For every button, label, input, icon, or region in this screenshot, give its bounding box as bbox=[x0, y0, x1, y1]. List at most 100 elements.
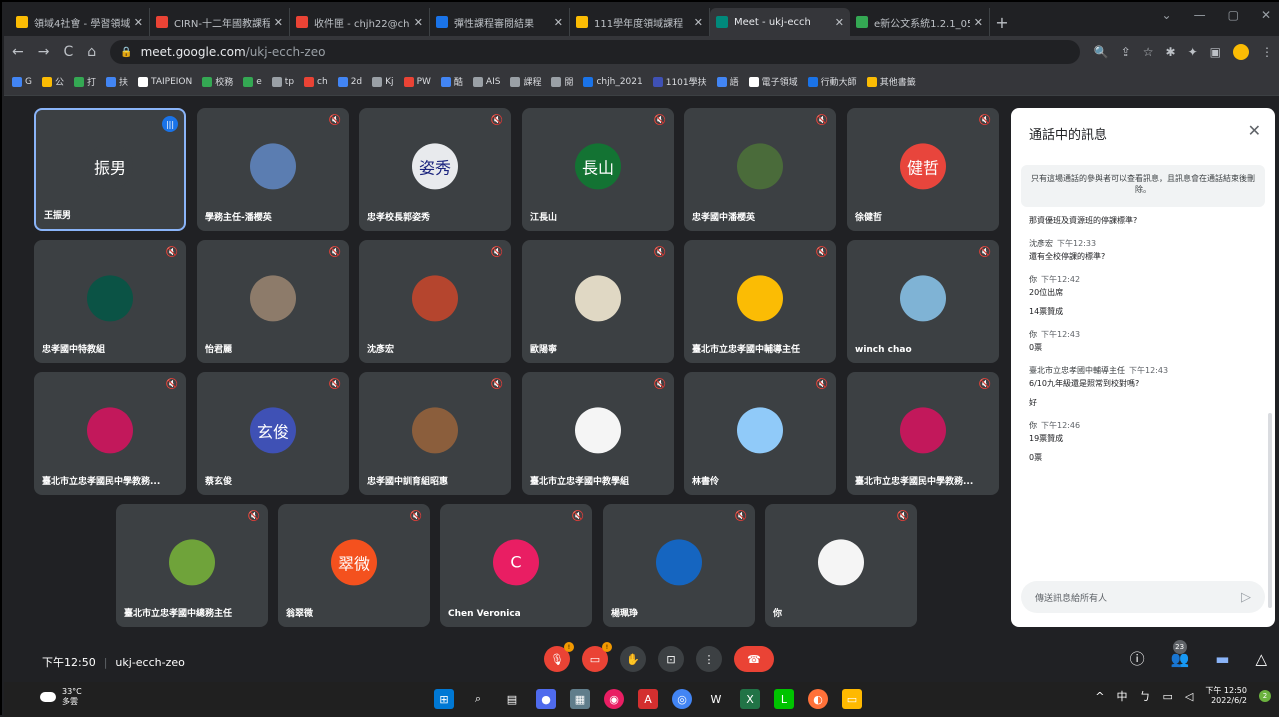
reload-icon[interactable]: C bbox=[63, 44, 73, 60]
participant-tile[interactable]: 臺北市立忠孝國中教學組 🔇 bbox=[522, 372, 674, 495]
task-view-icon[interactable]: ▤ bbox=[502, 689, 522, 709]
participant-tile[interactable]: 臺北市立忠孝國中總務主任 🔇 bbox=[116, 504, 268, 627]
volume-icon[interactable]: ◁ bbox=[1185, 690, 1193, 703]
bookmark-item[interactable]: 打 bbox=[74, 75, 96, 88]
app-icon[interactable]: ◉ bbox=[604, 689, 624, 709]
participant-tile[interactable]: 翠微 翁翠微 🔇 bbox=[278, 504, 430, 627]
tab-close-icon[interactable]: ✕ bbox=[974, 16, 983, 29]
participant-tile[interactable]: winch chao 🔇 bbox=[847, 240, 999, 363]
browser-tab[interactable]: 111學年度領域課程 ✕ bbox=[570, 8, 710, 36]
ime-indicator[interactable]: 中 bbox=[1117, 688, 1128, 704]
close-window-button[interactable]: ✕ bbox=[1261, 8, 1271, 22]
excel-icon[interactable]: X bbox=[740, 689, 760, 709]
bookmark-item[interactable]: 課程 bbox=[510, 75, 541, 88]
participant-tile[interactable]: 姿秀 忠孝校長郭姿秀 🔇 bbox=[359, 108, 511, 231]
bookmark-item[interactable]: tp bbox=[271, 76, 294, 87]
bookmark-item[interactable]: 其他書籤 bbox=[866, 75, 916, 88]
acrobat-icon[interactable]: A bbox=[638, 689, 658, 709]
profile-avatar[interactable] bbox=[1233, 44, 1249, 60]
activities-icon[interactable]: △ bbox=[1255, 650, 1267, 668]
send-icon[interactable]: ▷ bbox=[1241, 590, 1251, 605]
chat-icon[interactable]: ▬ bbox=[1215, 650, 1229, 668]
bookmark-item[interactable]: Kj bbox=[372, 76, 394, 87]
bookmark-item[interactable]: TAIPEION bbox=[138, 76, 192, 87]
participant-tile[interactable]: 健哲 徐健哲 🔇 bbox=[847, 108, 999, 231]
lock-icon[interactable]: 🔒 bbox=[120, 47, 132, 58]
participant-tile[interactable]: C Chen Veronica 🔇 bbox=[440, 504, 592, 627]
close-chat-icon[interactable]: ✕ bbox=[1248, 121, 1261, 140]
tab-close-icon[interactable]: ✕ bbox=[835, 16, 844, 29]
participant-tile[interactable]: 臺北市立忠孝國民中學教務... 🔇 bbox=[34, 372, 186, 495]
participant-tile[interactable]: 忠孝國中潘櫻英 🔇 bbox=[684, 108, 836, 231]
zoom-icon[interactable]: 🔍 bbox=[1094, 45, 1109, 59]
participant-tile[interactable]: 你 🔇 bbox=[765, 504, 917, 627]
bookmark-item[interactable]: 語 bbox=[716, 75, 739, 88]
participant-tile[interactable]: 林書伶 🔇 bbox=[684, 372, 836, 495]
bookmark-item[interactable]: 校務 bbox=[202, 75, 233, 88]
bookmark-item[interactable]: e bbox=[243, 76, 262, 87]
browser-tab[interactable]: 領域4社會 - 學習領域 ✕ bbox=[10, 8, 150, 36]
chat-input[interactable]: 傳送訊息給所有人 bbox=[1021, 581, 1265, 613]
bookmark-star-icon[interactable]: ☆ bbox=[1143, 45, 1154, 59]
participant-tile[interactable]: 歐陽寧 🔇 bbox=[522, 240, 674, 363]
people-button[interactable]: 👥 23 bbox=[1171, 639, 1189, 668]
camera-toggle-button[interactable]: ▭! bbox=[582, 642, 612, 672]
weather-widget[interactable]: 33°C 多雲 bbox=[40, 687, 82, 707]
puzzle-icon[interactable]: ✦ bbox=[1188, 45, 1198, 59]
participant-tile[interactable]: 忠孝國中訓育組昭惠 🔇 bbox=[359, 372, 511, 495]
bookmark-item[interactable]: 公 bbox=[41, 75, 64, 88]
maximize-button[interactable]: ▢ bbox=[1228, 8, 1239, 22]
clock[interactable]: 下午 12:50 2022/6/2 bbox=[1205, 686, 1247, 707]
participant-tile[interactable]: 玄俊 蔡玄俊 🔇 bbox=[197, 372, 349, 495]
calculator-icon[interactable]: ▦ bbox=[570, 689, 590, 709]
bookmark-item[interactable]: 酷 bbox=[440, 75, 463, 88]
home-icon[interactable]: ⌂ bbox=[87, 44, 96, 60]
bookmark-item[interactable]: 閱 bbox=[551, 75, 573, 88]
info-icon[interactable]: ⓘ bbox=[1130, 648, 1145, 669]
address-bar[interactable]: 🔒 meet.google.com/ukj-ecch-zeo bbox=[110, 40, 1080, 64]
line-icon[interactable]: L bbox=[774, 689, 794, 709]
participant-tile[interactable]: 長山 江長山 🔇 bbox=[522, 108, 674, 231]
tab-close-icon[interactable]: ✕ bbox=[134, 16, 143, 29]
participant-tile[interactable]: 臺北市立忠孝國中輔導主任 🔇 bbox=[684, 240, 836, 363]
bookmark-item[interactable]: 行動大師 bbox=[807, 75, 857, 88]
browser-tab[interactable]: 收件匣 - chjh22@ch ✕ bbox=[290, 8, 430, 36]
mic-toggle-button[interactable]: 🎙! bbox=[544, 642, 574, 672]
chat-scrollbar[interactable] bbox=[1268, 413, 1272, 608]
minimize-button[interactable]: — bbox=[1194, 8, 1206, 22]
participant-tile[interactable]: 臺北市立忠孝國民中學教務... 🔇 bbox=[847, 372, 999, 495]
leave-call-button[interactable]: ☎ bbox=[734, 646, 774, 672]
winamp-icon[interactable]: W bbox=[706, 689, 726, 709]
extension-icon[interactable]: ✱ bbox=[1166, 45, 1176, 59]
tab-close-icon[interactable]: ✕ bbox=[694, 16, 703, 29]
bookmark-item[interactable]: PW bbox=[403, 76, 431, 87]
notification-badge[interactable]: 2 bbox=[1259, 690, 1271, 703]
more-options-button[interactable]: ⋮ bbox=[696, 646, 722, 672]
chrome-icon[interactable]: ◎ bbox=[672, 689, 692, 709]
browser-tab[interactable]: CIRN-十二年國教課程 ✕ bbox=[150, 8, 290, 36]
ime-mode-icon[interactable]: ㄅ bbox=[1140, 688, 1151, 704]
share-icon[interactable]: ⇪ bbox=[1121, 45, 1131, 59]
browser-tab[interactable]: Meet - ukj-ecch ✕ bbox=[710, 8, 850, 36]
participant-tile[interactable]: 學務主任-潘櫻英 🔇 bbox=[197, 108, 349, 231]
search-icon[interactable]: ⌕ bbox=[468, 689, 488, 709]
new-tab-button[interactable]: + bbox=[990, 8, 1014, 36]
bookmark-item[interactable]: chjh_2021 bbox=[583, 76, 643, 87]
bookmark-item[interactable]: AIS bbox=[472, 76, 500, 87]
network-icon[interactable]: ▭ bbox=[1163, 690, 1173, 703]
menu-icon[interactable]: ⋮ bbox=[1261, 45, 1273, 59]
bookmark-item[interactable]: 1101學扶 bbox=[652, 75, 707, 88]
participant-tile[interactable]: 振男 王振男 ||| bbox=[34, 108, 186, 231]
present-button[interactable]: ⊡ bbox=[658, 646, 684, 672]
bookmark-item[interactable]: 扶 bbox=[106, 75, 128, 88]
tab-close-icon[interactable]: ✕ bbox=[554, 16, 563, 29]
tab-close-icon[interactable]: ✕ bbox=[414, 16, 423, 29]
bookmark-item[interactable]: ch bbox=[304, 76, 328, 87]
tray-chevron-icon[interactable]: ^ bbox=[1095, 690, 1104, 703]
firefox-icon[interactable]: ◐ bbox=[808, 689, 828, 709]
participant-tile[interactable]: 楊珮琤 🔇 bbox=[603, 504, 755, 627]
tab-search-icon[interactable]: ⌄ bbox=[1162, 8, 1172, 22]
participant-tile[interactable]: 沈彥宏 🔇 bbox=[359, 240, 511, 363]
back-icon[interactable]: ← bbox=[12, 44, 24, 60]
tab-close-icon[interactable]: ✕ bbox=[274, 16, 283, 29]
